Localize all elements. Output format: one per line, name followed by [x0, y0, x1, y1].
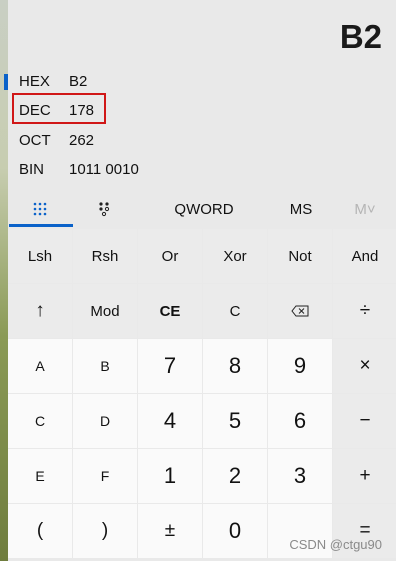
- key-digit-7[interactable]: 7: [138, 339, 202, 393]
- key-digit-4[interactable]: 4: [138, 394, 202, 448]
- tab-full-keypad[interactable]: [8, 190, 72, 228]
- result-display: B2: [339, 18, 382, 55]
- key-rsh[interactable]: Rsh: [73, 229, 137, 283]
- word-size-button[interactable]: QWORD: [153, 190, 255, 228]
- radix-name: OCT: [19, 132, 51, 149]
- keypad: Lsh Rsh Or Xor Not And ↑ Mod CE C ÷ A B …: [8, 229, 396, 558]
- key-digit-6[interactable]: 6: [268, 394, 332, 448]
- key-clear-entry[interactable]: CE: [138, 284, 202, 338]
- key-clear[interactable]: C: [203, 284, 267, 338]
- key-lsh[interactable]: Lsh: [8, 229, 72, 283]
- radix-bin-row[interactable]: BIN 1011 0010: [8, 156, 388, 185]
- key-digit-3[interactable]: 3: [268, 449, 332, 503]
- key-hex-f[interactable]: F: [73, 449, 137, 503]
- key-multiply[interactable]: ×: [333, 339, 396, 393]
- selected-indicator: [4, 74, 8, 90]
- bit-toggle-icon: [99, 202, 110, 217]
- key-open-paren[interactable]: (: [8, 504, 72, 558]
- key-hex-a[interactable]: A: [8, 339, 72, 393]
- key-close-paren[interactable]: ): [73, 504, 137, 558]
- radix-value: B2: [69, 73, 88, 90]
- key-xor[interactable]: Xor: [203, 229, 267, 283]
- key-digit-1[interactable]: 1: [138, 449, 202, 503]
- active-tab-underline: [9, 224, 73, 227]
- keypad-mode-bar: QWORD MS M˅: [8, 190, 396, 228]
- key-divide[interactable]: ÷: [333, 284, 396, 338]
- backspace-icon: [291, 305, 309, 317]
- keypad-grid-icon: [33, 202, 47, 216]
- radix-name: HEX: [19, 73, 50, 90]
- radix-value: 262: [69, 132, 95, 149]
- key-digit-2[interactable]: 2: [203, 449, 267, 503]
- key-shift-up[interactable]: ↑: [8, 284, 72, 338]
- key-digit-9[interactable]: 9: [268, 339, 332, 393]
- key-backspace[interactable]: [268, 284, 332, 338]
- key-hex-c[interactable]: C: [8, 394, 72, 448]
- key-digit-5[interactable]: 5: [203, 394, 267, 448]
- key-hex-b[interactable]: B: [73, 339, 137, 393]
- tab-bit-toggle[interactable]: [73, 190, 137, 228]
- annotation-highlight-box: [12, 93, 106, 124]
- key-hex-d[interactable]: D: [73, 394, 137, 448]
- key-add[interactable]: +: [333, 449, 396, 503]
- watermark: CSDN @ctgu90: [289, 537, 382, 552]
- key-not[interactable]: Not: [268, 229, 332, 283]
- key-digit-8[interactable]: 8: [203, 339, 267, 393]
- radix-name: BIN: [19, 161, 45, 178]
- key-mod[interactable]: Mod: [73, 284, 137, 338]
- key-negate[interactable]: ±: [138, 504, 202, 558]
- radix-oct-row[interactable]: OCT 262: [8, 127, 388, 156]
- radix-value: 1011 0010: [69, 161, 139, 178]
- key-or[interactable]: Or: [138, 229, 202, 283]
- memory-store-button[interactable]: MS: [270, 190, 332, 228]
- memory-list-button[interactable]: M˅: [334, 190, 396, 228]
- key-hex-e[interactable]: E: [8, 449, 72, 503]
- key-and[interactable]: And: [333, 229, 396, 283]
- key-digit-0[interactable]: 0: [203, 504, 267, 558]
- key-subtract[interactable]: −: [333, 394, 396, 448]
